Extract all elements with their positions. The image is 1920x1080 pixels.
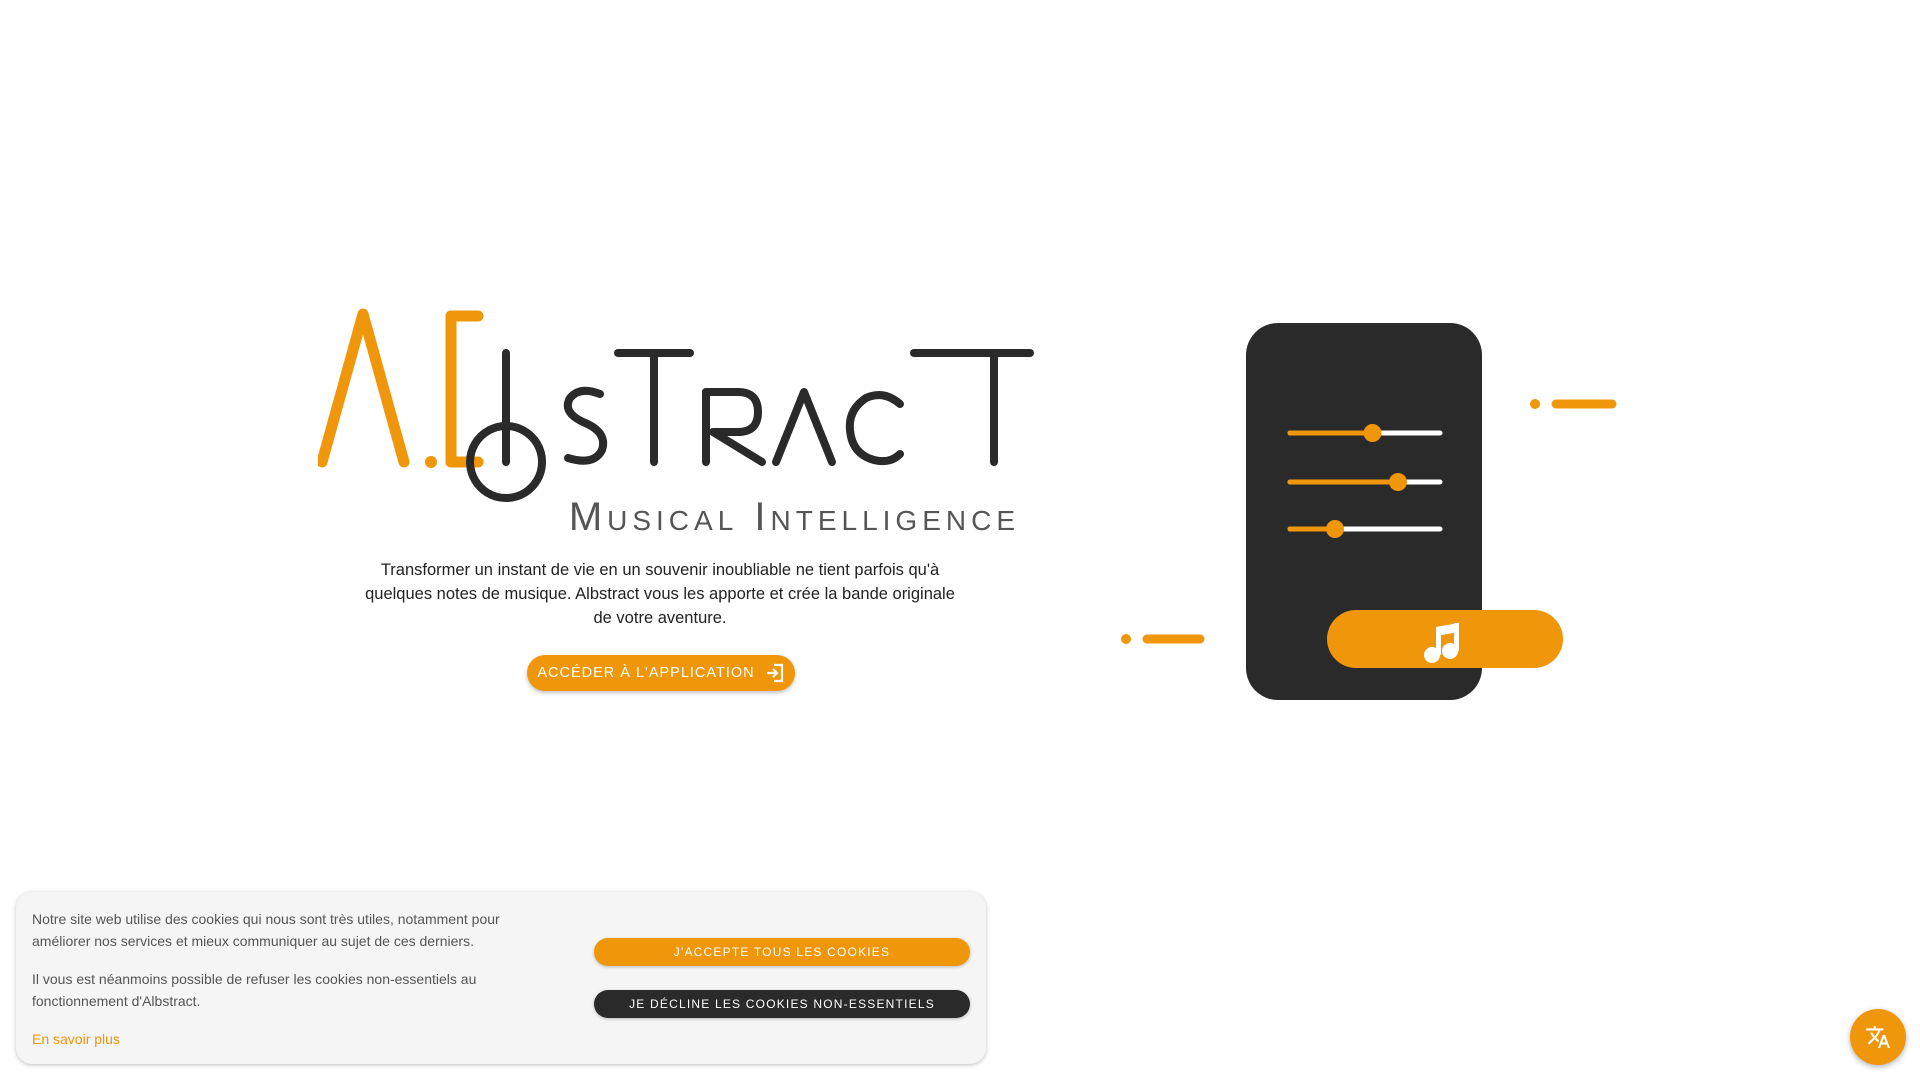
slider-knob: [1326, 520, 1344, 538]
access-app-label: Accéder à l'application: [537, 665, 755, 681]
music-pill: [1327, 610, 1563, 668]
hero-description: Transformer un instant de vie en un souv…: [360, 558, 960, 630]
translate-icon: [1866, 1026, 1890, 1048]
language-button[interactable]: [1850, 1009, 1906, 1065]
slider-knob: [1363, 424, 1382, 442]
brand-logo: Musical Intelligence: [318, 308, 1034, 538]
login-icon: [766, 663, 783, 683]
cookie-paragraph-1: Notre site web utilise des cookies qui n…: [32, 911, 500, 949]
cookie-banner: Notre site web utilise des cookies qui n…: [16, 892, 986, 1064]
learn-more-link[interactable]: En savoir plus: [32, 1031, 120, 1047]
hero-description-line: quelques notes de musique. Albstract vou…: [365, 585, 955, 603]
brand-tagline: Musical Intelligence: [569, 495, 1020, 538]
access-app-button[interactable]: Accéder à l'application: [527, 655, 795, 691]
decline-cookies-button[interactable]: Je décline les cookies non-essentiels: [594, 990, 970, 1018]
accept-cookies-button[interactable]: J'accepte tous les cookies: [594, 938, 970, 966]
slider-knob: [1389, 473, 1407, 491]
cookie-text: Notre site web utilise des cookies qui n…: [32, 908, 552, 1050]
hero-description-line: Transformer un instant de vie en un souv…: [380, 561, 940, 579]
hero-description-line: de votre aventure.: [593, 609, 727, 627]
cookie-paragraph-2: Il vous est néanmoins possible de refuse…: [32, 971, 477, 1009]
phone-illustration: [1121, 323, 1617, 700]
